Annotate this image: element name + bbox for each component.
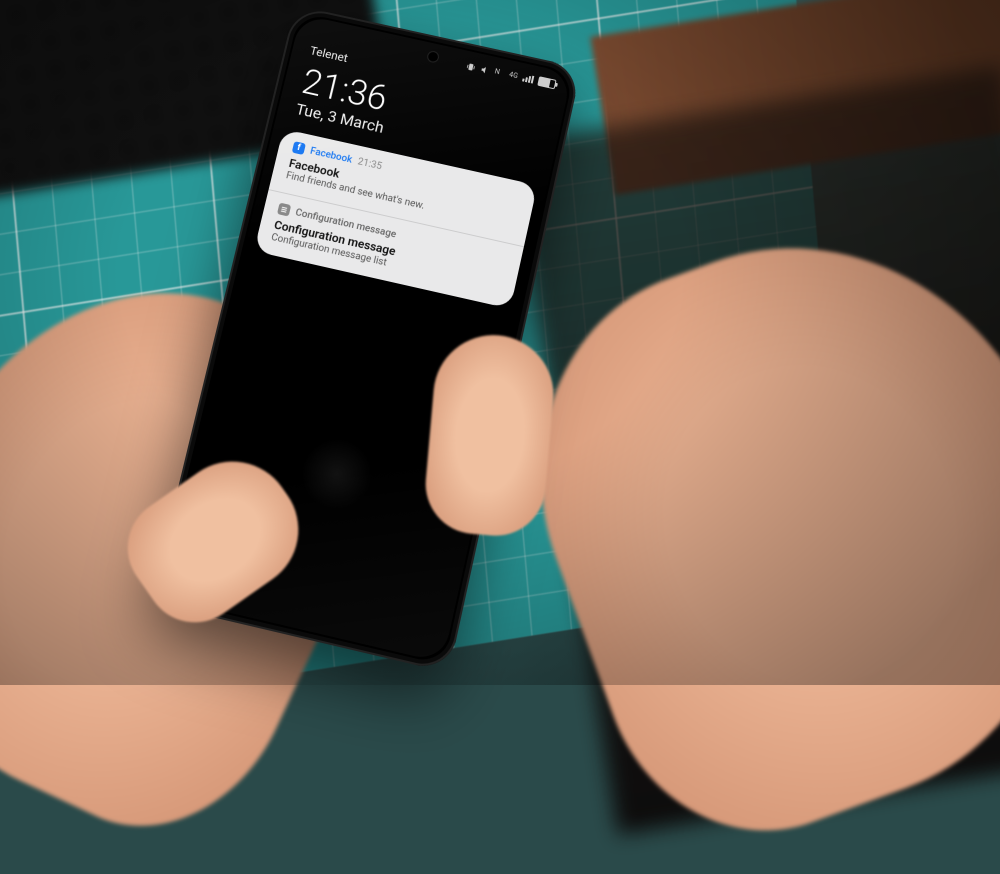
network-type-label: 4G: [508, 71, 519, 80]
vibrate-icon: [465, 61, 476, 71]
facebook-icon: f: [292, 141, 306, 155]
battery-icon: [537, 76, 556, 89]
volume-icon: [480, 64, 491, 74]
right-thumb: [422, 330, 559, 540]
notification-time: 21:35: [357, 156, 383, 172]
photo-scene: N 4G Telenet 21:36 Tue, 3 March f: [0, 0, 1000, 685]
fingerprint-area[interactable]: [294, 432, 379, 517]
settings-icon: [277, 203, 291, 217]
signal-icon: [522, 74, 534, 84]
nfc-icon: N: [494, 68, 505, 78]
